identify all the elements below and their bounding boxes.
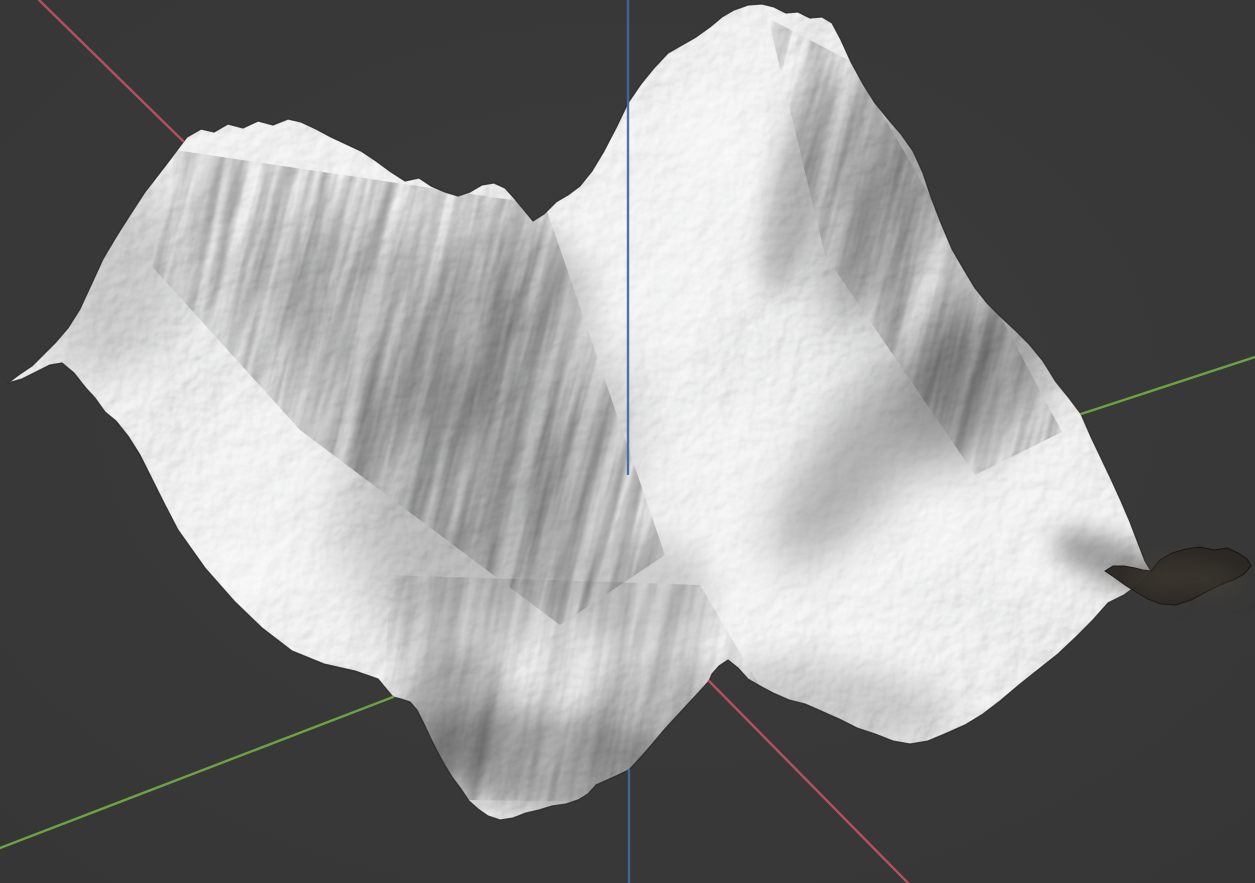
viewport-stage [0, 0, 1255, 883]
viewport-3d[interactable] [0, 0, 1255, 883]
